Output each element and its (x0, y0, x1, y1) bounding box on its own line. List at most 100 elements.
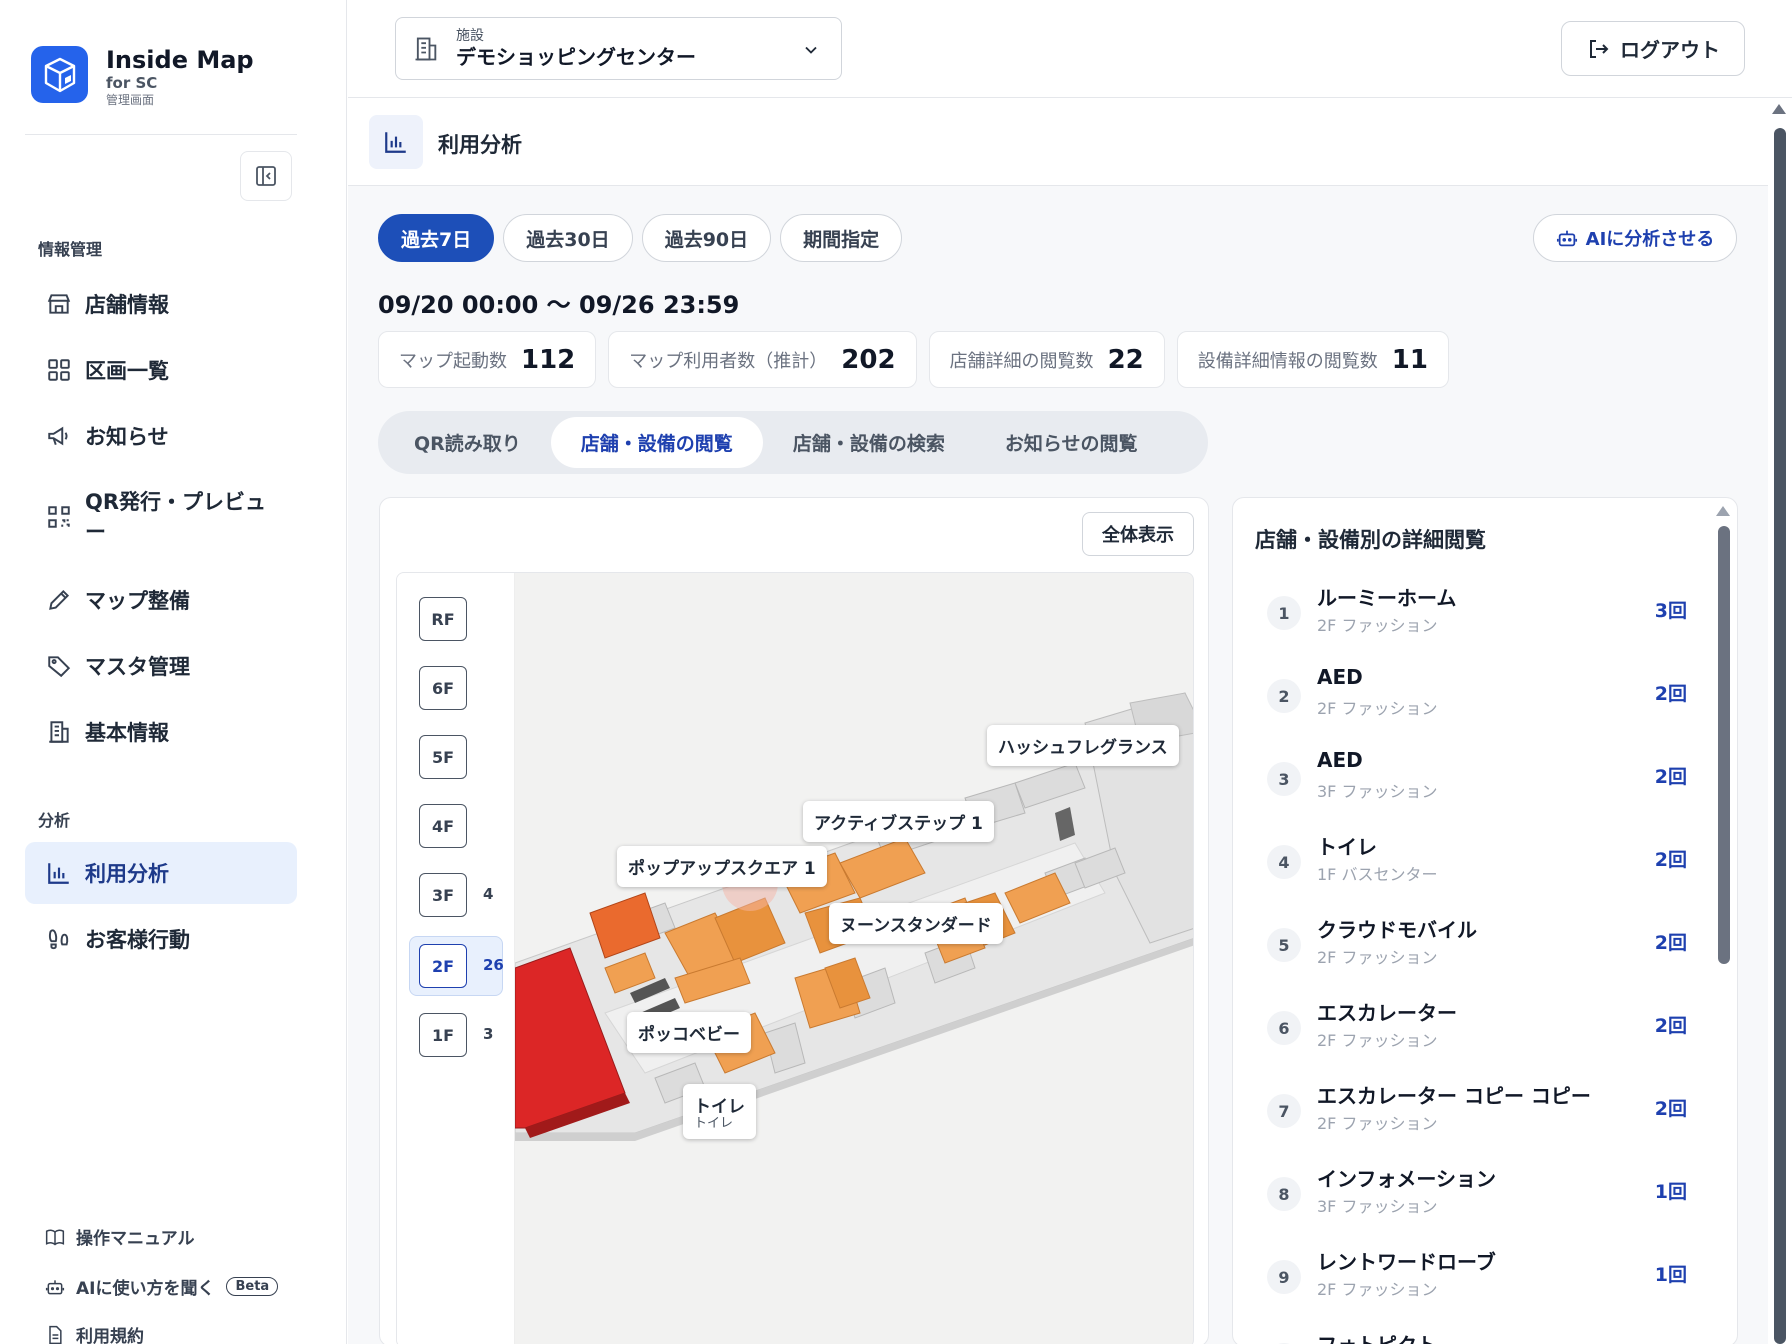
sidebar-item-qr[interactable]: QR発行・プレビュー (25, 481, 297, 553)
rank-name: AED (1317, 748, 1363, 772)
sidebar-item-sections[interactable]: 区画一覧 (25, 339, 297, 401)
ranking-row[interactable]: 2 AED 2F ファッション 2回 (1267, 665, 1687, 725)
rank-name: フォトピクト (1317, 1329, 1437, 1344)
rank-category: 3F ファッション (1317, 782, 1438, 801)
facility-select[interactable]: 施設 デモショッピングセンター (395, 17, 842, 80)
sidebar-item-label: 利用分析 (85, 862, 169, 886)
pencil-icon (45, 586, 73, 614)
sidebar-item-label: マップ整備 (85, 589, 190, 613)
ranking-row[interactable]: 5 クラウドモバイル 2F ファッション 2回 (1267, 914, 1687, 974)
ranking-row[interactable]: 10フォトピクト (1267, 1329, 1687, 1344)
collapse-sidebar-button[interactable] (240, 151, 292, 201)
rank-number: 6 (1267, 1011, 1301, 1045)
sidebar-item-map-edit[interactable]: マップ整備 (25, 569, 297, 631)
floor-button-4f[interactable]: 4F (419, 804, 467, 848)
app-sub2: 管理画面 (106, 93, 155, 107)
floor-button-rf[interactable]: RF (419, 597, 467, 641)
floor-button-5f[interactable]: 5F (419, 735, 467, 779)
rank-category: 2F ファッション (1317, 699, 1438, 718)
sidebar-item-label: 区画一覧 (85, 359, 169, 383)
app-name: Inside Map (106, 46, 254, 74)
period-custom-button[interactable]: 期間指定 (780, 214, 903, 262)
stat-value: 202 (841, 344, 896, 375)
page-scrollbar-thumb[interactable] (1774, 128, 1786, 1344)
period-90d-button[interactable]: 過去90日 (641, 214, 772, 262)
rank-name: エスカレーター (1317, 1001, 1457, 1025)
store-callout[interactable]: ハッシュフレグランス (987, 725, 1179, 766)
building-icon (45, 718, 73, 746)
rank-category: 1F バスセンター (1317, 865, 1438, 884)
rank-number: 8 (1267, 1177, 1301, 1211)
tab-news-views[interactable]: お知らせの閲覧 (975, 417, 1168, 468)
floor-map[interactable]: RF 6F 5F 4F 3F 4 2F 26 1F 3 ハッシュフレグランス ア… (396, 572, 1194, 1344)
rank-count: 2回 (1654, 766, 1687, 788)
sidebar-item-label: 基本情報 (85, 721, 169, 745)
period-30d-button[interactable]: 過去30日 (503, 214, 633, 262)
rank-number: 4 (1267, 845, 1301, 879)
ask-ai-link[interactable]: AIに使い方を聞く Beta (44, 1274, 279, 1299)
scroll-up-icon[interactable] (1772, 104, 1786, 114)
megaphone-icon (45, 422, 73, 450)
sidebar-item-usage-analysis[interactable]: 利用分析 (25, 842, 297, 904)
sidebar-item-store-info[interactable]: 店舗情報 (25, 273, 297, 335)
ranking-row[interactable]: 7 エスカレーター コピー コピー 2F ファッション 2回 (1267, 1080, 1687, 1140)
tab-store-views[interactable]: 店舗・設備の閲覧 (550, 417, 763, 468)
rank-category: 2F ファッション (1317, 948, 1438, 967)
sidebar-item-master[interactable]: マスタ管理 (25, 635, 297, 697)
rank-count: 1回 (1654, 1181, 1687, 1203)
app-logo[interactable]: Inside Map for SC 管理画面 (31, 46, 254, 108)
sidebar-collapse-icon (256, 166, 276, 186)
manual-link[interactable]: 操作マニュアル (44, 1224, 195, 1249)
stats-row: マップ起動数 112 マップ利用者数（推計） 202 店舗詳細の閲覧数 22 設… (378, 331, 1449, 388)
stat-facility-detail-views: 設備詳細情報の閲覧数 11 (1176, 331, 1449, 388)
rank-name: トイレ (1317, 835, 1377, 859)
floor-button-6f[interactable]: 6F (419, 666, 467, 710)
tab-qr-read[interactable]: QR読み取り (384, 417, 551, 468)
stat-value: 22 (1107, 344, 1144, 375)
cube-logo-icon (31, 46, 88, 103)
terms-link[interactable]: 利用規約 (44, 1322, 144, 1344)
rank-number: 9 (1267, 1260, 1301, 1294)
logout-button[interactable]: ログアウト (1561, 21, 1745, 76)
rank-number: 2 (1267, 679, 1301, 713)
floor-button-3f[interactable]: 3F (419, 873, 467, 917)
sidebar-item-basic-info[interactable]: 基本情報 (25, 701, 297, 763)
store-callout[interactable]: ヌーンスタンダード (829, 903, 1003, 944)
ranking-row[interactable]: 3 AED 3F ファッション 2回 (1267, 748, 1687, 808)
floor-button-1f[interactable]: 1F (419, 1013, 467, 1057)
ranking-row[interactable]: 8 インフォメーション 3F ファッション 1回 (1267, 1163, 1687, 1223)
rank-category: 2F ファッション (1317, 616, 1438, 635)
callout-title: トイレ (694, 1097, 745, 1117)
full-view-button[interactable]: 全体表示 (1082, 512, 1194, 556)
sidebar-item-customer-behavior[interactable]: お客様行動 (25, 908, 297, 970)
ranking-row[interactable]: 1 ルーミーホーム 2F ファッション 3回 (1267, 582, 1687, 642)
store-callout[interactable]: ポッコベビー (627, 1012, 751, 1053)
period-7d-button[interactable]: 過去7日 (378, 214, 495, 262)
stat-label: マップ利用者数（推計） (629, 350, 828, 372)
ranking-row[interactable]: 4 トイレ 1F バスセンター 2回 (1267, 831, 1687, 891)
facility-value: デモショッピングセンター (456, 44, 696, 69)
beta-badge: Beta (226, 1277, 279, 1296)
sidebar-item-label: QR発行・プレビュー (85, 490, 267, 544)
scrollbar-thumb[interactable] (1718, 526, 1730, 964)
rank-category: 2F ファッション (1317, 1031, 1438, 1050)
floor-count: 26 (483, 956, 504, 974)
rank-name: レントワードローブ (1317, 1250, 1496, 1274)
store-callout[interactable]: アクティブステップ 1 (803, 801, 994, 842)
tab-store-search[interactable]: 店舗・設備の検索 (763, 417, 975, 468)
ranking-row[interactable]: 9 レントワードローブ 2F ファッション 1回 (1267, 1246, 1687, 1306)
sidebar-item-news[interactable]: お知らせ (25, 405, 297, 467)
sidebar-item-label: お知らせ (85, 425, 169, 449)
ranking-row[interactable]: 6 エスカレーター 2F ファッション 2回 (1267, 997, 1687, 1057)
facility-callout-toilet[interactable]: トイレ トイレ (683, 1084, 756, 1139)
floor-button-2f[interactable]: 2F (419, 944, 467, 988)
grid-icon (45, 356, 73, 384)
ai-analyze-button[interactable]: AIに分析させる (1533, 214, 1737, 262)
stat-store-detail-views: 店舗詳細の閲覧数 22 (928, 331, 1165, 388)
section-label-analysis: 分析 (38, 811, 71, 830)
rank-count: 2回 (1654, 1098, 1687, 1120)
qr-icon (45, 503, 73, 531)
sidebar-item-label: 店舗情報 (85, 293, 169, 317)
store-callout[interactable]: ポップアップスクエア 1 (617, 846, 827, 887)
scroll-up-icon[interactable] (1716, 506, 1730, 516)
